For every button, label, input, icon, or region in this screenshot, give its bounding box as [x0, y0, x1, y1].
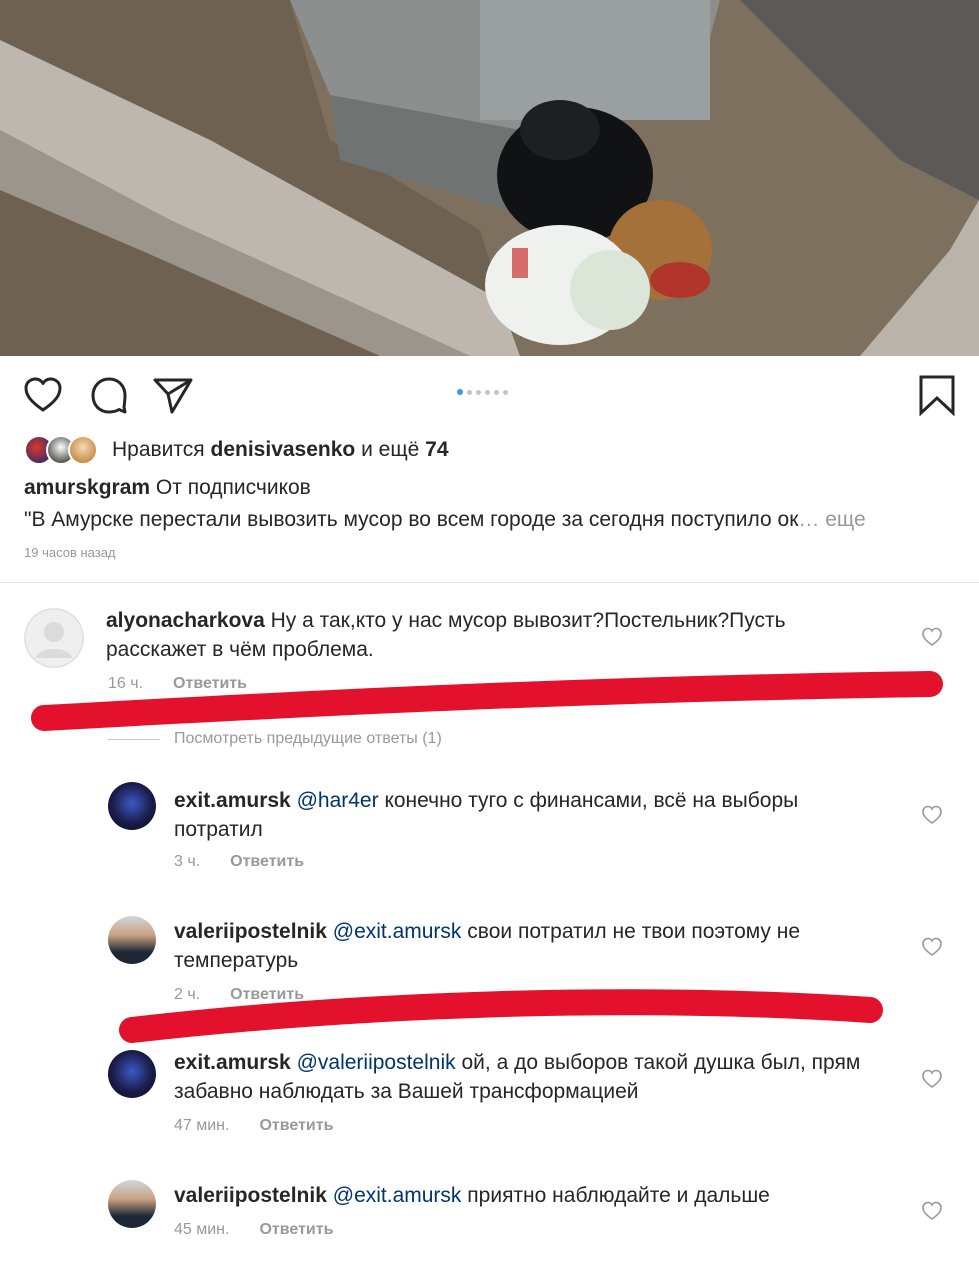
comment-mention[interactable]: @exit.amursk	[333, 920, 462, 943]
post-photo[interactable]	[0, 0, 979, 356]
reply-button[interactable]: Ответить	[173, 675, 247, 693]
caption-label: От подписчиков	[155, 476, 311, 499]
comment-message: приятно наблюдайте и дальше	[467, 1184, 770, 1207]
caption-username[interactable]: amurskgram	[24, 476, 150, 499]
comment-username[interactable]: exit.amursk	[174, 789, 291, 812]
likes-middle: и ещё	[361, 438, 420, 461]
paper-plane-icon[interactable]	[152, 374, 194, 416]
heart-outline-icon[interactable]	[22, 374, 64, 416]
comment-mention[interactable]: @exit.amursk	[333, 1184, 462, 1207]
heart-icon[interactable]	[921, 804, 943, 826]
post-timestamp: 19 часов назад	[24, 545, 116, 560]
comment-text: exit.amursk @valeriipostelnik ой, а до в…	[174, 1048, 884, 1106]
carousel-dot-active	[457, 389, 463, 395]
reply-button[interactable]: Ответить	[259, 1117, 333, 1135]
liker-avatars	[24, 435, 98, 465]
comment-text: alyonacharkova Ну а так,кто у нас мусор …	[106, 606, 886, 664]
caption-body: "В Амурске перестали вывозить мусор во в…	[24, 508, 799, 531]
comment-mention[interactable]: @har4er	[297, 789, 379, 812]
comment-text: exit.amursk @har4er конечно туго с финан…	[174, 786, 884, 844]
avatar[interactable]	[108, 782, 156, 830]
comment-meta: 47 мин. Ответить	[174, 1117, 333, 1135]
comment-username[interactable]: valeriipostelnik	[174, 1184, 327, 1207]
reply-button[interactable]: Ответить	[230, 986, 304, 1004]
carousel-dot	[467, 389, 472, 395]
heart-icon[interactable]	[921, 1200, 943, 1222]
carousel-dot	[485, 389, 490, 395]
comment-meta: 3 ч. Ответить	[174, 853, 304, 871]
carousel-indicator	[457, 388, 508, 396]
liker-username[interactable]: denisivasenko	[211, 438, 356, 461]
carousel-dot	[476, 389, 481, 395]
comment-mention[interactable]: @valeriipostelnik	[297, 1051, 456, 1074]
comment-bubble-icon[interactable]	[88, 374, 130, 416]
likes-prefix: Нравится	[112, 438, 205, 461]
caption-header: amurskgram От подписчиков	[24, 476, 311, 500]
comment-username[interactable]: exit.amursk	[174, 1051, 291, 1074]
comment-time: 16 ч.	[108, 675, 144, 692]
caption-more-link[interactable]: еще	[825, 508, 865, 531]
likes-row[interactable]: Нравится denisivasenko и ещё 74	[24, 433, 449, 467]
reply-button[interactable]: Ответить	[259, 1221, 333, 1239]
avatar	[68, 435, 98, 465]
caption-ellipsis: …	[798, 508, 820, 531]
carousel-dot	[494, 389, 499, 395]
view-previous-label[interactable]: Посмотреть предыдущие ответы (1)	[174, 730, 442, 748]
view-previous-replies[interactable]: Посмотреть предыдущие ответы (1)	[108, 730, 442, 748]
avatar[interactable]	[108, 916, 156, 964]
comment-text: valeriipostelnik @exit.amursk свои потра…	[174, 917, 884, 975]
likes-text: Нравится denisivasenko и ещё 74	[112, 438, 449, 462]
carousel-dot	[503, 389, 508, 395]
reply-button[interactable]: Ответить	[230, 853, 304, 871]
comment-time: 2 ч.	[174, 986, 201, 1003]
heart-icon[interactable]	[921, 936, 943, 958]
comment-username[interactable]: valeriipostelnik	[174, 920, 327, 943]
divider-line	[108, 738, 160, 740]
garbage-bags-image	[0, 0, 979, 356]
caption-text: "В Амурске перестали вывозить мусор во в…	[24, 508, 959, 532]
comment-meta: 16 ч. Ответить	[108, 675, 247, 693]
likes-count[interactable]: 74	[425, 438, 448, 461]
avatar[interactable]	[108, 1180, 156, 1228]
comment-time: 3 ч.	[174, 853, 201, 870]
avatar[interactable]	[108, 1050, 156, 1098]
bookmark-icon[interactable]	[916, 374, 958, 417]
comment-username[interactable]: alyonacharkova	[106, 609, 265, 632]
comment-meta: 2 ч. Ответить	[174, 986, 304, 1004]
comment-meta: 45 мин. Ответить	[174, 1221, 333, 1239]
comment-time: 47 мин.	[174, 1117, 230, 1134]
divider	[0, 582, 979, 583]
default-user-icon	[24, 608, 84, 668]
avatar-placeholder[interactable]	[24, 608, 84, 668]
heart-icon[interactable]	[921, 1068, 943, 1090]
heart-icon[interactable]	[921, 626, 943, 648]
comment-time: 45 мин.	[174, 1221, 230, 1238]
comment-text: valeriipostelnik @exit.amursk приятно на…	[174, 1181, 884, 1210]
